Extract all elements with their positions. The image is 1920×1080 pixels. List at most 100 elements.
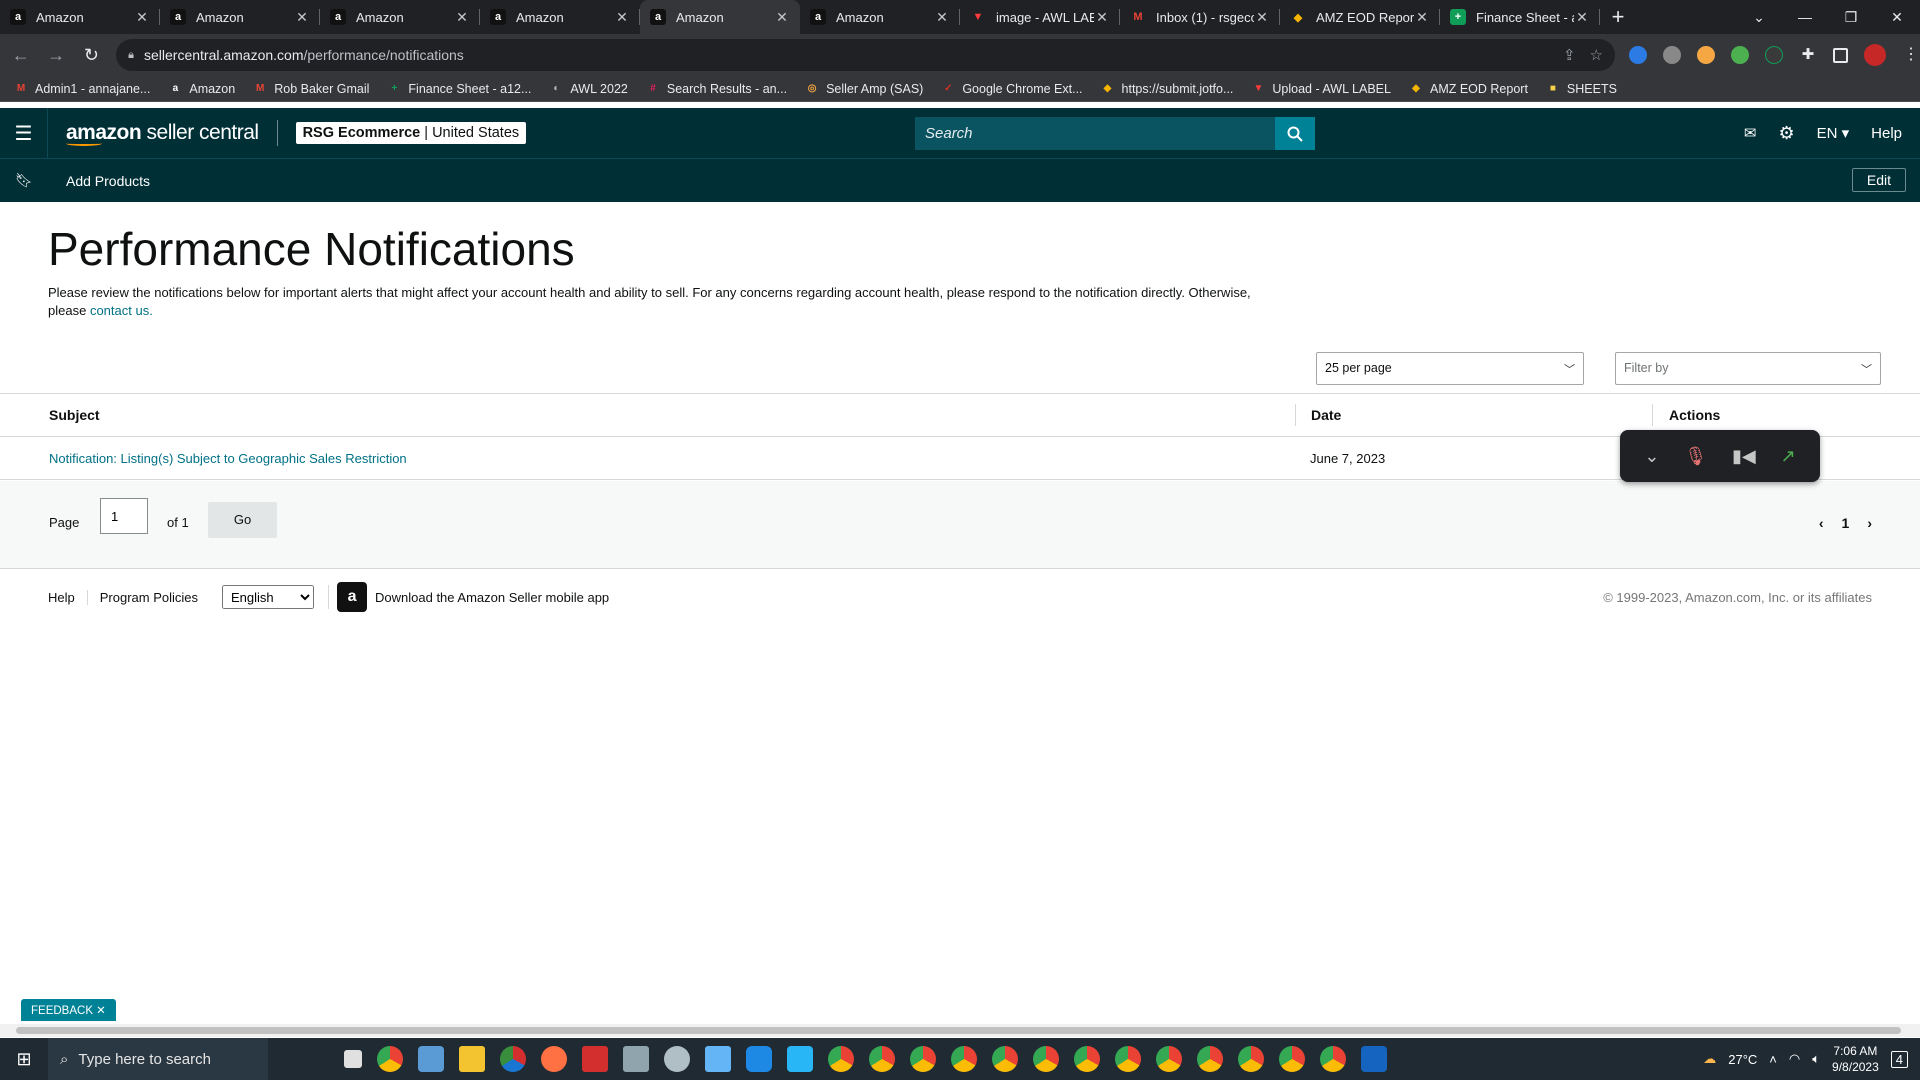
- bookmark-item[interactable]: M Rob Baker Gmail: [253, 82, 369, 96]
- windows-start-icon[interactable]: ⊞: [0, 1049, 48, 1070]
- chrome-profile-icon[interactable]: [951, 1046, 977, 1072]
- chrome-profile-icon[interactable]: [1238, 1046, 1264, 1072]
- menu-icon[interactable]: ⋮: [1902, 46, 1920, 64]
- close-tab-icon[interactable]: ✕: [774, 9, 790, 26]
- mail-icon[interactable]: ✉: [1744, 124, 1757, 142]
- file-explorer-icon[interactable]: [459, 1046, 485, 1072]
- footer-help-link[interactable]: Help: [48, 589, 88, 605]
- puzzle-icon[interactable]: ✚: [1799, 46, 1817, 64]
- side-panel-icon[interactable]: [1832, 47, 1848, 63]
- taskbar-search[interactable]: ⌕ Type here to search: [48, 1038, 268, 1080]
- search-button[interactable]: [1275, 117, 1315, 150]
- chrome-profile-icon[interactable]: [910, 1046, 936, 1072]
- volume-icon[interactable]: 🔈︎: [1812, 1051, 1820, 1067]
- nav-item-add-products[interactable]: Add Products: [66, 173, 150, 189]
- bookmark-item[interactable]: # Search Results - an...: [646, 82, 787, 96]
- column-header-subject[interactable]: Subject: [0, 407, 1295, 423]
- app-icon[interactable]: [500, 1046, 526, 1072]
- bookmark-item[interactable]: a Amazon: [168, 82, 236, 96]
- calculator-icon[interactable]: [623, 1046, 649, 1072]
- close-tab-icon[interactable]: ✕: [1094, 9, 1110, 26]
- wifi-icon[interactable]: ◠: [1789, 1051, 1800, 1067]
- close-tab-icon[interactable]: ✕: [1254, 9, 1270, 26]
- new-tab-button[interactable]: +: [1600, 4, 1636, 30]
- forward-button[interactable]: →: [41, 45, 70, 66]
- zoom-icon[interactable]: [746, 1046, 772, 1072]
- mic-muted-icon[interactable]: 🎙︎: [1684, 446, 1707, 467]
- bookmark-item[interactable]: ■ SHEETS: [1546, 82, 1617, 96]
- chrome-profile-icon[interactable]: [828, 1046, 854, 1072]
- chrome-profile-icon[interactable]: [1320, 1046, 1346, 1072]
- edit-button[interactable]: Edit: [1851, 168, 1906, 192]
- contact-us-link[interactable]: contact us.: [90, 303, 153, 318]
- page-number-input[interactable]: [100, 498, 148, 534]
- bookmark-item[interactable]: + Finance Sheet - a12...: [387, 82, 531, 96]
- language-selector[interactable]: EN ▾: [1817, 124, 1850, 142]
- next-page-icon[interactable]: ›: [1867, 515, 1872, 531]
- share-screen-icon[interactable]: ↗: [1780, 446, 1795, 467]
- wps-icon[interactable]: [582, 1046, 608, 1072]
- notepad-icon[interactable]: [705, 1046, 731, 1072]
- bookmark-item[interactable]: ◎ Seller Amp (SAS): [805, 82, 924, 96]
- tray-chevron-icon[interactable]: ˄: [1769, 1052, 1777, 1067]
- notification-count[interactable]: 4: [1890, 1050, 1908, 1068]
- column-header-date[interactable]: Date: [1295, 404, 1652, 426]
- close-tab-icon[interactable]: ✕: [1414, 9, 1430, 26]
- chevron-down-icon[interactable]: ⌄: [1644, 446, 1659, 467]
- browser-tab[interactable]: + Finance Sheet - a ✕: [1440, 0, 1600, 34]
- bookmark-star-icon[interactable]: ☆: [1590, 46, 1603, 64]
- chrome-profile-icon[interactable]: [1197, 1046, 1223, 1072]
- tab-search-icon[interactable]: ⌄: [1736, 0, 1782, 34]
- browser-tab[interactable]: M Inbox (1) - rsgeco ✕: [1120, 0, 1280, 34]
- browser-tab[interactable]: a Amazon ✕: [160, 0, 320, 34]
- extension-icon[interactable]: [1764, 46, 1783, 64]
- weather-temp[interactable]: 27°C: [1728, 1052, 1757, 1067]
- per-page-dropdown[interactable]: 25 per page ﹀: [1316, 352, 1584, 385]
- r-app-icon[interactable]: [1361, 1046, 1387, 1072]
- bookmark-item[interactable]: M Admin1 - annajane...: [14, 82, 151, 96]
- extension-icon[interactable]: [1628, 46, 1647, 64]
- profile-avatar[interactable]: [1863, 44, 1886, 66]
- chrome-profile-icon[interactable]: [1115, 1046, 1141, 1072]
- browser-tab[interactable]: a Amazon ✕: [320, 0, 480, 34]
- account-switcher[interactable]: RSG Ecommerce | United States: [295, 122, 527, 144]
- close-tab-icon[interactable]: ✕: [614, 9, 630, 26]
- clock[interactable]: 7:06 AM 9/8/2023: [1832, 1043, 1879, 1075]
- hamburger-menu-icon[interactable]: ☰: [0, 108, 48, 158]
- current-page[interactable]: 1: [1842, 515, 1850, 531]
- footer-language-select[interactable]: English: [222, 585, 315, 609]
- close-tab-icon[interactable]: ✕: [134, 9, 150, 26]
- close-tab-icon[interactable]: ✕: [1574, 9, 1590, 26]
- chrome-profile-icon[interactable]: [1074, 1046, 1100, 1072]
- share-icon[interactable]: ⇪: [1563, 46, 1576, 64]
- camera-icon[interactable]: ▮◀: [1732, 446, 1756, 467]
- bookmark-item[interactable]: ◆ https://submit.jotfo...: [1101, 82, 1234, 96]
- browser-tab[interactable]: ◆ AMZ EOD Report ✕: [1280, 0, 1440, 34]
- bookmark-item[interactable]: ✓ Google Chrome Ext...: [941, 82, 1082, 96]
- bookmark-item[interactable]: ▼ Upload - AWL LABEL: [1251, 82, 1391, 96]
- reload-button[interactable]: ↻: [77, 45, 106, 66]
- footer-policies-link[interactable]: Program Policies: [100, 590, 210, 605]
- bookmark-item[interactable]: ◆ AMZ EOD Report: [1409, 82, 1528, 96]
- close-tab-icon[interactable]: ✕: [934, 9, 950, 26]
- gear-icon[interactable]: ⚙: [1778, 123, 1794, 144]
- extension-icon[interactable]: [1730, 46, 1749, 64]
- close-tab-icon[interactable]: ✕: [294, 9, 310, 26]
- browser-tab[interactable]: a Amazon ✕: [800, 0, 960, 34]
- prev-page-icon[interactable]: ‹: [1819, 515, 1824, 531]
- feedback-button[interactable]: FEEDBACK ✕: [21, 999, 116, 1021]
- bookmark-item[interactable]: ◐ AWL 2022: [549, 82, 627, 96]
- amazon-seller-central-logo[interactable]: amazon seller central: [66, 121, 259, 146]
- filter-dropdown[interactable]: Filter by ﹀: [1615, 352, 1881, 385]
- chrome-profile-icon[interactable]: [1033, 1046, 1059, 1072]
- close-tab-icon[interactable]: ✕: [454, 9, 470, 26]
- browser-tab[interactable]: a Amazon ✕: [480, 0, 640, 34]
- task-view-icon[interactable]: [344, 1050, 362, 1068]
- chrome-icon[interactable]: [377, 1046, 403, 1072]
- search-input[interactable]: [915, 117, 1275, 150]
- extension-icon[interactable]: [1662, 46, 1681, 64]
- chrome-profile-icon[interactable]: [1279, 1046, 1305, 1072]
- weather-icon[interactable]: ☁: [1703, 1051, 1716, 1067]
- browser-tab[interactable]: ▼ image - AWL LABE✕: [960, 0, 1120, 34]
- close-window-button[interactable]: ✕: [1874, 0, 1920, 34]
